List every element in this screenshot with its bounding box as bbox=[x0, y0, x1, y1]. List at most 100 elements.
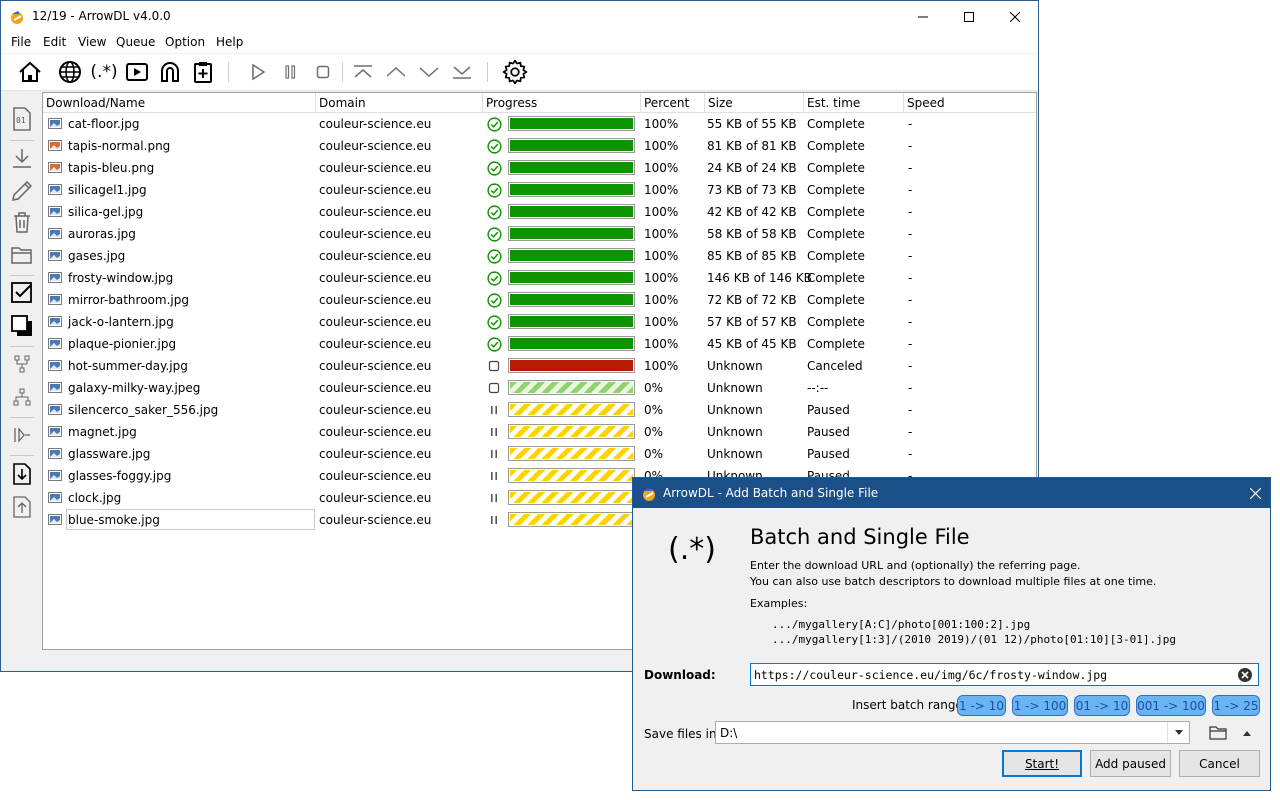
table-row[interactable]: jack-o-lantern.jpg couleur-science.eu 100%… bbox=[43, 311, 1036, 333]
sidebar-separator bbox=[10, 275, 34, 276]
progress-bar-fill bbox=[510, 448, 633, 459]
close-button[interactable] bbox=[992, 1, 1038, 32]
table-row[interactable]: glassware.jpg couleur-science.eu 0% Unknown… bbox=[43, 443, 1036, 465]
torrent-button[interactable] bbox=[156, 58, 184, 86]
pause-button[interactable] bbox=[276, 58, 304, 86]
range-01-10-button[interactable]: 01 -> 10 bbox=[1074, 695, 1130, 716]
file-name: clock.jpg bbox=[68, 491, 122, 505]
file-name: plaque-pionier.jpg bbox=[68, 337, 177, 351]
column-header-size[interactable]: Size bbox=[705, 93, 804, 113]
progress-bar-fill bbox=[510, 382, 633, 393]
status-indicator bbox=[486, 424, 502, 440]
dialog-title-bar: ArrowDL - Add Batch and Single File bbox=[633, 478, 1270, 508]
move-top-button[interactable] bbox=[349, 58, 377, 86]
select-all-icon bbox=[11, 315, 32, 336]
menu-queue[interactable]: Queue bbox=[116, 35, 155, 49]
file-speed: - bbox=[908, 293, 913, 307]
table-row[interactable]: plaque-pionier.jpg couleur-science.eu 100%… bbox=[43, 333, 1036, 355]
select-all-button[interactable] bbox=[10, 314, 34, 338]
stop-button[interactable] bbox=[309, 58, 337, 86]
home-button[interactable] bbox=[16, 58, 44, 86]
folder-icon bbox=[1209, 726, 1227, 740]
start-button[interactable]: Start! bbox=[1002, 750, 1082, 777]
column-header-progress[interactable]: Progress bbox=[483, 93, 641, 113]
menu-option[interactable]: Option bbox=[165, 35, 205, 49]
range-1-100-button[interactable]: 1 -> 100 bbox=[1012, 695, 1068, 716]
progress-bar-fill bbox=[510, 228, 633, 239]
menu-view[interactable]: View bbox=[78, 35, 106, 49]
preferences-button[interactable] bbox=[501, 58, 529, 86]
range-001-100-button[interactable]: 001 -> 100 bbox=[1136, 695, 1206, 716]
table-row[interactable]: gases.jpg couleur-science.eu 100% 85 KB of … bbox=[43, 245, 1036, 267]
table-row[interactable]: silencerco_saker_556.jpg couleur-science.… bbox=[43, 399, 1036, 421]
move-bottom-button[interactable] bbox=[448, 58, 476, 86]
download-url-input[interactable]: https://couleur-science.eu/img/6c/frosty… bbox=[750, 663, 1259, 686]
toolbar-separator bbox=[487, 62, 488, 82]
move-up-button[interactable] bbox=[382, 58, 410, 86]
menu-help[interactable]: Help bbox=[216, 35, 243, 49]
batch-file-button[interactable]: (.*) bbox=[89, 58, 119, 86]
sidebar-separator bbox=[10, 346, 34, 347]
web-page-button[interactable] bbox=[56, 58, 84, 86]
table-row[interactable]: silica-gel.jpg couleur-science.eu 100% 42 K… bbox=[43, 201, 1036, 223]
move-down-button[interactable] bbox=[415, 58, 443, 86]
range-1-10-button[interactable]: 1 -> 10 bbox=[957, 695, 1006, 716]
table-row[interactable]: hot-summer-day.jpg couleur-science.eu 100%… bbox=[43, 355, 1036, 377]
delete-button[interactable] bbox=[10, 210, 34, 234]
save-path-combobox[interactable]: D:\ bbox=[715, 721, 1190, 744]
import-button[interactable] bbox=[10, 462, 34, 486]
table-row[interactable]: tapis-bleu.png couleur-science.eu 100% 24 K… bbox=[43, 157, 1036, 179]
info-button[interactable]: 01 bbox=[10, 107, 34, 131]
add-paused-button[interactable]: Add paused bbox=[1090, 750, 1171, 777]
column-header-est-time[interactable]: Est. time bbox=[804, 93, 904, 113]
progress-bar-fill bbox=[510, 250, 633, 261]
table-row[interactable]: frosty-window.jpg couleur-science.eu 100% 1… bbox=[43, 267, 1036, 289]
cancel-button[interactable]: Cancel bbox=[1179, 750, 1260, 777]
column-header-percent[interactable]: Percent bbox=[641, 93, 705, 113]
table-row[interactable]: silicagel1.jpg couleur-science.eu 100% 73 K… bbox=[43, 179, 1036, 201]
queue-button[interactable] bbox=[10, 423, 34, 447]
table-row[interactable]: magnet.jpg couleur-science.eu 0% Unknown Pau… bbox=[43, 421, 1036, 443]
column-header-domain[interactable]: Domain bbox=[316, 93, 483, 113]
file-size: 58 KB of 58 KB bbox=[707, 227, 797, 241]
file-percent: 100% bbox=[644, 183, 679, 197]
one-connection-button[interactable] bbox=[10, 352, 34, 376]
dialog-close-button[interactable] bbox=[1240, 478, 1270, 508]
table-row[interactable]: cat-floor.jpg couleur-science.eu 100% 55 KB… bbox=[43, 113, 1036, 135]
maximize-button[interactable] bbox=[946, 1, 992, 32]
range-1-25-button[interactable]: 1 -> 25 bbox=[1212, 695, 1260, 716]
status-indicator bbox=[486, 512, 502, 528]
collapse-options-button[interactable] bbox=[1238, 725, 1256, 741]
file-est-time: Canceled bbox=[807, 359, 863, 373]
status-indicator bbox=[486, 336, 502, 352]
table-row[interactable]: mirror-bathroom.jpg couleur-science.eu 100… bbox=[43, 289, 1036, 311]
status-indicator bbox=[486, 160, 502, 176]
select-completed-button[interactable] bbox=[10, 281, 34, 305]
sidebar-separator bbox=[10, 455, 34, 456]
table-row[interactable]: auroras.jpg couleur-science.eu 100% 58 KB o… bbox=[43, 223, 1036, 245]
menu-file[interactable]: File bbox=[11, 35, 31, 49]
minimize-button[interactable] bbox=[900, 1, 946, 32]
video-button[interactable] bbox=[123, 58, 151, 86]
file-speed: - bbox=[908, 359, 913, 373]
open-folder-button[interactable] bbox=[10, 243, 34, 267]
file-est-time: Complete bbox=[807, 205, 865, 219]
download-label: Download: bbox=[644, 668, 716, 682]
save-path-dropdown-button[interactable] bbox=[1167, 722, 1189, 743]
menu-edit[interactable]: Edit bbox=[43, 35, 66, 49]
file-size: 73 KB of 73 KB bbox=[707, 183, 797, 197]
column-header-speed[interactable]: Speed bbox=[904, 93, 1036, 113]
table-row[interactable]: galaxy-milky-way.jpeg couleur-science.eu 0… bbox=[43, 377, 1036, 399]
table-row[interactable]: tapis-normal.png couleur-science.eu 100% 81… bbox=[43, 135, 1036, 157]
more-connections-button[interactable] bbox=[10, 385, 34, 409]
edit-button[interactable] bbox=[10, 179, 34, 203]
export-button[interactable] bbox=[10, 495, 34, 519]
resume-button[interactable] bbox=[243, 58, 271, 86]
download-button[interactable] bbox=[10, 146, 34, 170]
file-domain: couleur-science.eu bbox=[319, 205, 432, 219]
browse-folder-button[interactable] bbox=[1208, 723, 1228, 743]
clear-input-icon[interactable] bbox=[1238, 668, 1252, 682]
column-header-name[interactable]: Download/Name bbox=[43, 93, 316, 113]
progress-bar-fill bbox=[510, 514, 633, 525]
paste-url-button[interactable] bbox=[189, 58, 217, 86]
